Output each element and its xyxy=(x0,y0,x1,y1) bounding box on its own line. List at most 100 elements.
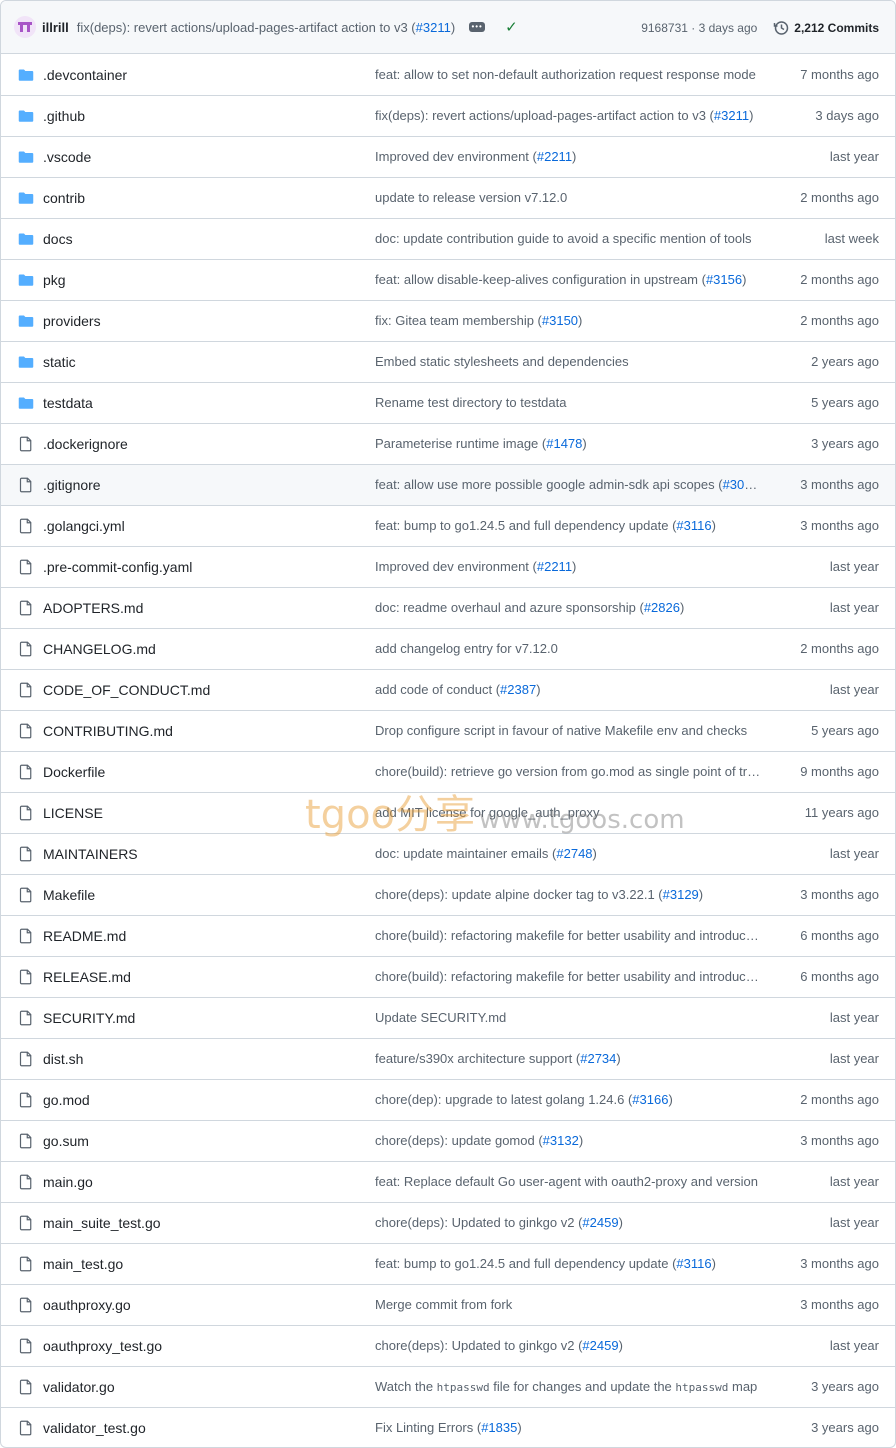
last-commit-message[interactable]: Rename test directory to testdata xyxy=(375,383,761,423)
file-name[interactable]: docs xyxy=(43,219,73,259)
last-commit-message[interactable]: chore(dep): upgrade to latest golang 1.2… xyxy=(375,1080,761,1120)
last-commit-message[interactable]: chore(deps): update alpine docker tag to… xyxy=(375,875,761,915)
pr-link[interactable]: #3150 xyxy=(542,313,578,328)
file-name[interactable]: dist.sh xyxy=(43,1039,83,1079)
file-row[interactable]: main_test.go feat: bump to go1.24.5 and f… xyxy=(1,1243,895,1284)
pr-link[interactable]: #3129 xyxy=(663,887,699,902)
pr-link[interactable]: #2459 xyxy=(582,1338,618,1353)
last-commit-message[interactable]: update to release version v7.12.0 xyxy=(375,178,761,218)
pr-link[interactable]: #3034 xyxy=(723,477,759,492)
last-commit-message[interactable]: Improved dev environment (#2211) xyxy=(375,547,761,587)
pr-link[interactable]: #3116 xyxy=(676,518,711,533)
pr-link[interactable]: #2387 xyxy=(500,682,536,697)
file-row[interactable]: go.mod chore(dep): upgrade to latest gola… xyxy=(1,1079,895,1120)
file-row[interactable]: pkg feat: allow disable-keep-alives confi… xyxy=(1,259,895,300)
last-commit-message[interactable]: chore(deps): update gomod (#3132) xyxy=(375,1121,761,1161)
file-row[interactable]: CODE_OF_CONDUCT.md add code of conduct (#… xyxy=(1,669,895,710)
file-row[interactable]: ADOPTERS.md doc: readme overhaul and azur… xyxy=(1,587,895,628)
file-row[interactable]: testdata Rename test directory to testdat… xyxy=(1,382,895,423)
file-name[interactable]: Makefile xyxy=(43,875,95,915)
last-commit-message[interactable]: Drop configure script in favour of nativ… xyxy=(375,711,761,751)
last-commit-message[interactable]: Embed static stylesheets and dependencie… xyxy=(375,342,761,382)
file-row[interactable]: SECURITY.md Update SECURITY.md last year xyxy=(1,997,895,1038)
last-commit-message[interactable]: chore(deps): Updated to ginkgo v2 (#2459… xyxy=(375,1203,761,1243)
pr-link[interactable]: #2211 xyxy=(537,149,572,164)
file-name[interactable]: providers xyxy=(43,301,101,341)
pr-link[interactable]: #2211 xyxy=(537,559,572,574)
file-name[interactable]: LICENSE xyxy=(43,793,103,833)
last-commit-message[interactable]: add changelog entry for v7.12.0 xyxy=(375,629,761,669)
file-row[interactable]: oauthproxy.go Merge commit from fork 3 mon… xyxy=(1,1284,895,1325)
last-commit-message[interactable]: doc: readme overhaul and azure sponsorsh… xyxy=(375,588,761,628)
pr-link[interactable]: #2748 xyxy=(556,846,592,861)
last-commit-message[interactable]: Merge commit from fork xyxy=(375,1285,761,1325)
last-commit-message[interactable]: chore(build): refactoring makefile for b… xyxy=(375,957,761,997)
file-name[interactable]: contrib xyxy=(43,178,85,218)
last-commit-message[interactable]: add code of conduct (#2387) xyxy=(375,670,761,710)
pr-link[interactable]: #3132 xyxy=(543,1133,579,1148)
file-row[interactable]: main.go feat: Replace default Go user-age… xyxy=(1,1161,895,1202)
pr-link[interactable]: #3211 xyxy=(714,108,749,123)
commit-pr-link[interactable]: #3211 xyxy=(416,20,451,35)
last-commit-message[interactable]: fix: Gitea team membership (#3150) xyxy=(375,301,761,341)
file-row[interactable]: CONTRIBUTING.md Drop configure script in … xyxy=(1,710,895,751)
last-commit-message[interactable]: fix(deps): revert actions/upload-pages-a… xyxy=(375,96,761,136)
last-commit-message[interactable]: feat: allow to set non-default authoriza… xyxy=(375,55,761,95)
file-name[interactable]: MAINTAINERS xyxy=(43,834,138,874)
file-row[interactable]: MAINTAINERS doc: update maintainer emails… xyxy=(1,833,895,874)
file-name[interactable]: static xyxy=(43,342,76,382)
pr-link[interactable]: #1835 xyxy=(481,1420,517,1435)
file-row[interactable]: .golangci.yml feat: bump to go1.24.5 and … xyxy=(1,505,895,546)
avatar[interactable] xyxy=(14,16,36,38)
file-name[interactable]: validator.go xyxy=(43,1367,115,1407)
file-row[interactable]: .gitignore feat: allow use more possible … xyxy=(1,464,895,505)
last-commit-message[interactable]: feature/s390x architecture support (#273… xyxy=(375,1039,761,1079)
file-row[interactable]: dist.sh feature/s390x architecture suppor… xyxy=(1,1038,895,1079)
commits-history-button[interactable]: 2,212 Commits xyxy=(773,20,879,36)
pr-link[interactable]: #3166 xyxy=(632,1092,668,1107)
file-name[interactable]: README.md xyxy=(43,916,126,956)
file-name[interactable]: main_suite_test.go xyxy=(43,1203,161,1243)
file-name[interactable]: Dockerfile xyxy=(43,752,105,792)
file-row[interactable]: go.sum chore(deps): update gomod (#3132) 3… xyxy=(1,1120,895,1161)
file-row[interactable]: README.md chore(build): refactoring makef… xyxy=(1,915,895,956)
file-name[interactable]: .devcontainer xyxy=(43,55,127,95)
last-commit-message[interactable]: feat: bump to go1.24.5 and full dependen… xyxy=(375,1244,761,1284)
file-row[interactable]: .github fix(deps): revert actions/upload-… xyxy=(1,95,895,136)
file-name[interactable]: .gitignore xyxy=(43,465,101,505)
pr-link[interactable]: #2459 xyxy=(582,1215,618,1230)
commit-author[interactable]: illrill xyxy=(42,20,69,35)
last-commit-message[interactable]: Watch the htpasswd file for changes and … xyxy=(375,1367,761,1408)
file-name[interactable]: go.sum xyxy=(43,1121,89,1161)
file-name[interactable]: .github xyxy=(43,96,85,136)
last-commit-message[interactable]: Parameterise runtime image (#1478) xyxy=(375,424,761,464)
last-commit-message[interactable]: chore(deps): Updated to ginkgo v2 (#2459… xyxy=(375,1326,761,1366)
commit-sha-age[interactable]: 9168731 · 3 days ago xyxy=(641,21,757,35)
file-row[interactable]: static Embed static stylesheets and depen… xyxy=(1,341,895,382)
last-commit-message[interactable]: feat: allow disable-keep-alives configur… xyxy=(375,260,761,300)
pr-link[interactable]: #1478 xyxy=(546,436,582,451)
file-name[interactable]: CODE_OF_CONDUCT.md xyxy=(43,670,210,710)
pr-link[interactable]: #3156 xyxy=(706,272,742,287)
pr-link[interactable]: #2734 xyxy=(580,1051,616,1066)
file-name[interactable]: oauthproxy.go xyxy=(43,1285,131,1325)
file-row[interactable]: LICENSE add MIT license for google_auth_p… xyxy=(1,792,895,833)
file-name[interactable]: SECURITY.md xyxy=(43,998,135,1038)
last-commit-message[interactable]: chore(build): retrieve go version from g… xyxy=(375,752,761,792)
last-commit-message[interactable]: Fix Linting Errors (#1835) xyxy=(375,1408,761,1447)
file-name[interactable]: .golangci.yml xyxy=(43,506,125,546)
commit-message[interactable]: fix(deps): revert actions/upload-pages-a… xyxy=(77,20,455,35)
expand-message-button[interactable]: ••• xyxy=(469,22,486,32)
last-commit-message[interactable]: doc: update maintainer emails (#2748) xyxy=(375,834,761,874)
file-row[interactable]: CHANGELOG.md add changelog entry for v7.1… xyxy=(1,628,895,669)
pr-link[interactable]: #2826 xyxy=(644,600,680,615)
file-row[interactable]: oauthproxy_test.go chore(deps): Updated t… xyxy=(1,1325,895,1366)
file-row[interactable]: docs doc: update contribution guide to av… xyxy=(1,218,895,259)
file-row[interactable]: .pre-commit-config.yaml Improved dev envi… xyxy=(1,546,895,587)
last-commit-message[interactable]: doc: update contribution guide to avoid … xyxy=(375,219,761,259)
last-commit-message[interactable]: chore(build): refactoring makefile for b… xyxy=(375,916,761,956)
file-row[interactable]: Dockerfile chore(build): retrieve go vers… xyxy=(1,751,895,792)
file-row[interactable]: validator.go Watch the htpasswd file for … xyxy=(1,1366,895,1407)
file-name[interactable]: .vscode xyxy=(43,137,91,177)
last-commit-message[interactable]: feat: bump to go1.24.5 and full dependen… xyxy=(375,506,761,546)
